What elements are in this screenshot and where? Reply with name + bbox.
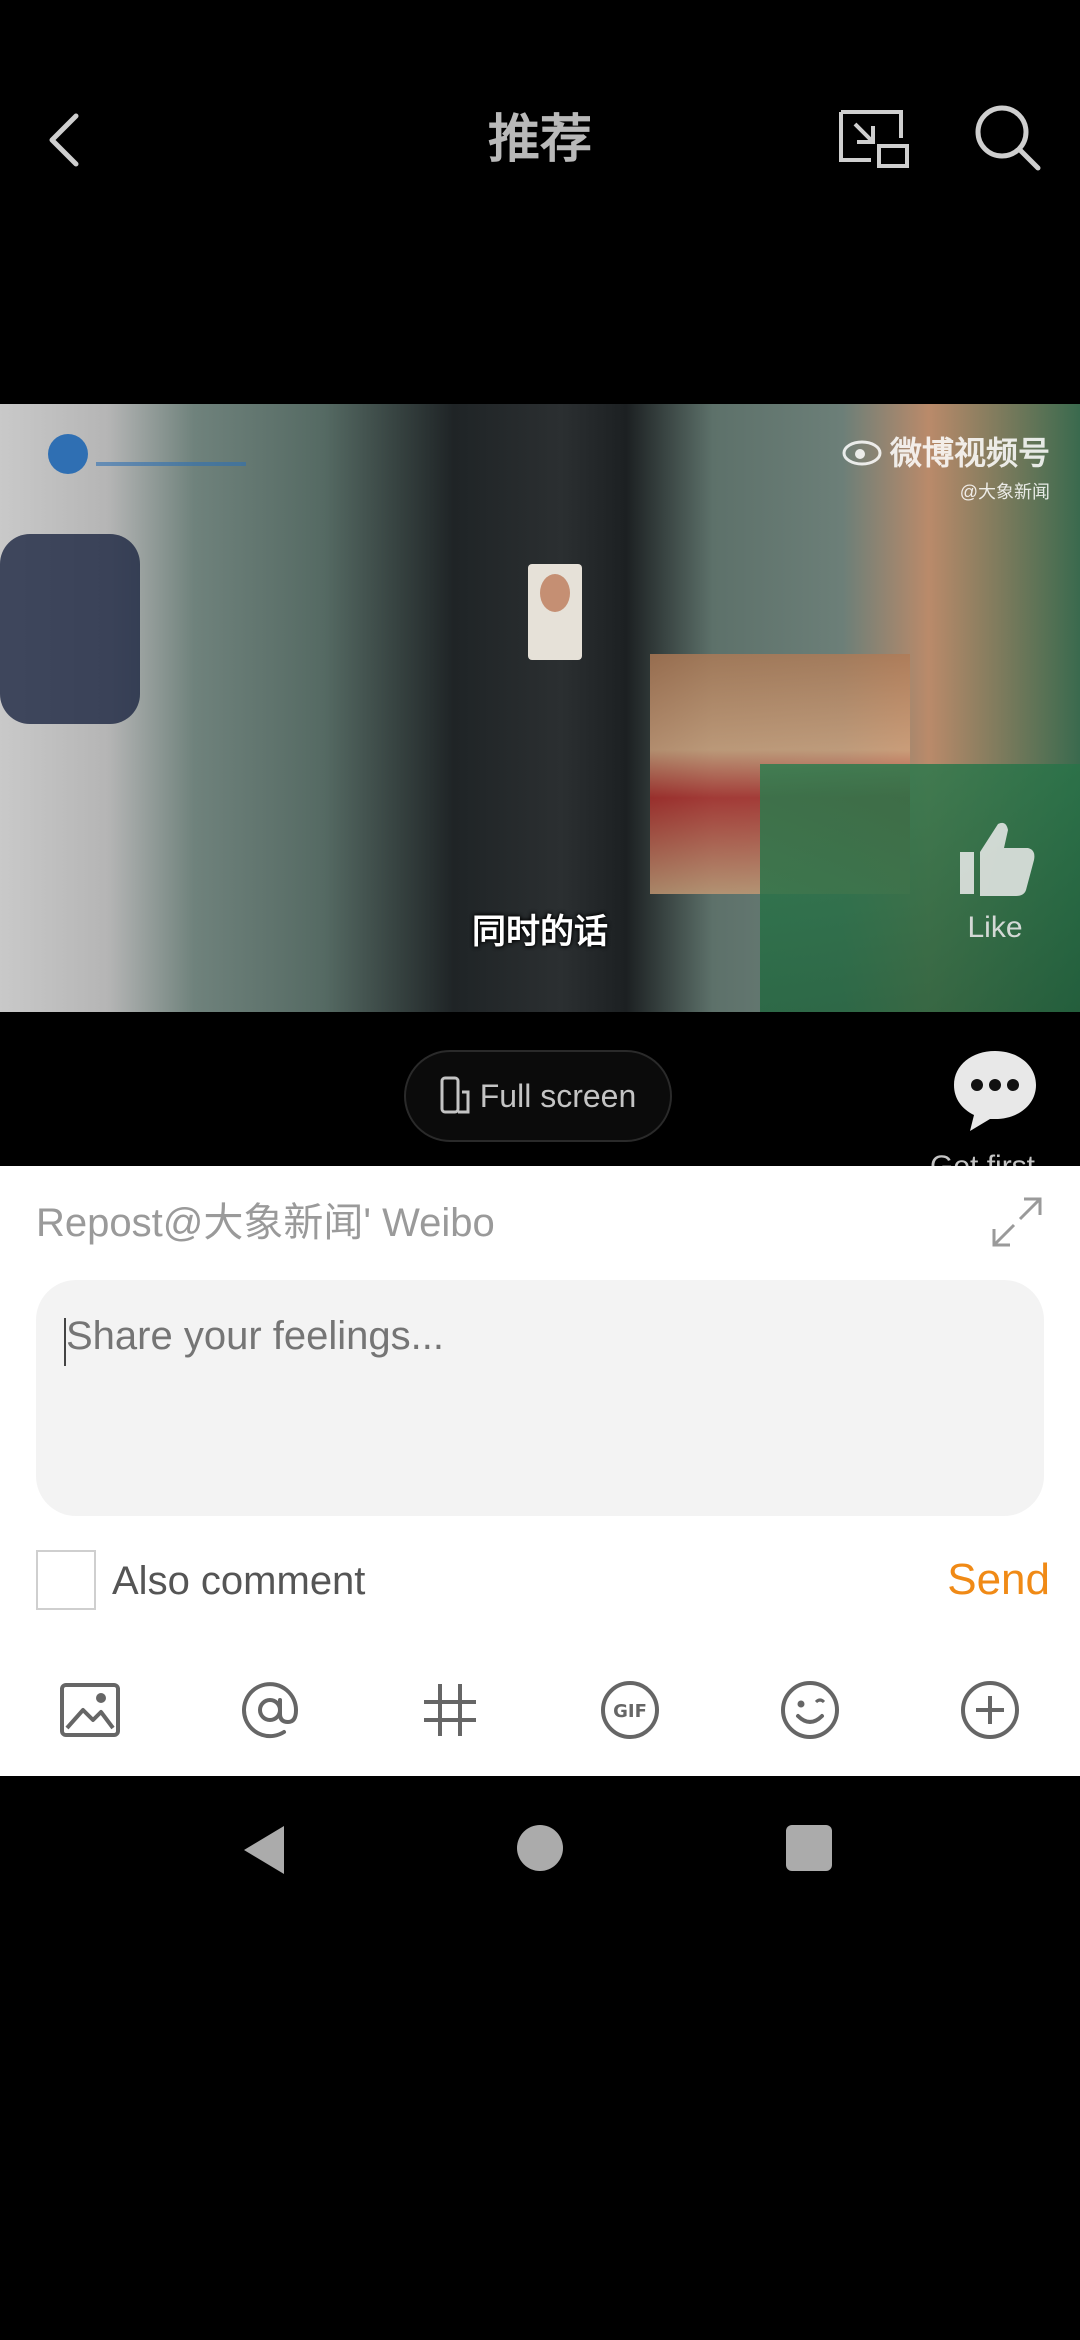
insert-image-button[interactable] [58,1678,122,1742]
like-label: Like [967,911,1023,944]
channel-logo [48,430,246,478]
also-comment-checkbox[interactable] [36,1550,96,1610]
text-caret [64,1318,66,1366]
gif-icon: GIF [601,1681,659,1739]
expand-icon [992,1197,1042,1247]
weibo-eye-icon [842,440,882,466]
video-scene-id-badge [528,564,582,660]
video-subtitle: 同时的话 [472,913,608,951]
full-screen-label: Full screen [479,1077,637,1114]
expand-button[interactable] [990,1195,1044,1249]
gif-button[interactable]: GIF [598,1678,662,1742]
watermark-account: @大象新闻 [959,482,1050,502]
watermark-brand: 微博视频号 [889,435,1050,471]
like-button[interactable]: Like [950,812,1040,972]
add-icon [961,1681,1019,1739]
chevron-left-icon [49,113,79,167]
send-button[interactable]: Send [920,1550,1050,1610]
more-button[interactable] [958,1678,1022,1742]
system-back-button[interactable] [236,1820,296,1880]
comment-bubble-icon [954,1051,1036,1131]
repost-text-input[interactable] [36,1280,1044,1516]
repost-title: Repost@大象新闻' Weibo [36,1201,495,1245]
video-player[interactable]: 微博视频号 @大象新闻 同时的话 [0,404,1080,1012]
emoji-icon [781,1681,839,1739]
search-icon [975,105,1041,171]
channel-logo-icon [48,434,88,474]
video-scene-chair [0,534,140,724]
mention-button[interactable] [238,1678,302,1742]
back-button[interactable] [34,104,94,176]
weibo-video-watermark: 微博视频号 @大象新闻 [842,428,1050,504]
comment-button[interactable] [950,1045,1040,1135]
picture-in-picture-button[interactable] [835,104,915,174]
system-home-button[interactable] [517,1825,563,1871]
triangle-back-icon [244,1826,284,1874]
svg-text:GIF: GIF [613,1701,647,1722]
search-button[interactable] [970,100,1044,174]
system-recents-button[interactable] [786,1825,832,1871]
hashtag-button[interactable] [418,1678,482,1742]
phone-rotate-icon [440,1076,470,1114]
page-title: 推荐 [487,111,592,169]
mention-icon [242,1682,299,1739]
thumbs-up-icon [960,822,1035,896]
also-comment-label[interactable]: Also comment [112,1552,365,1610]
emoji-button[interactable] [778,1678,842,1742]
picture-in-picture-icon [839,110,909,168]
full-screen-button[interactable]: Full screen [404,1050,672,1142]
image-icon [60,1683,120,1737]
hashtag-icon [424,1684,476,1736]
comment-hint-label: Get first [930,1150,1036,1168]
